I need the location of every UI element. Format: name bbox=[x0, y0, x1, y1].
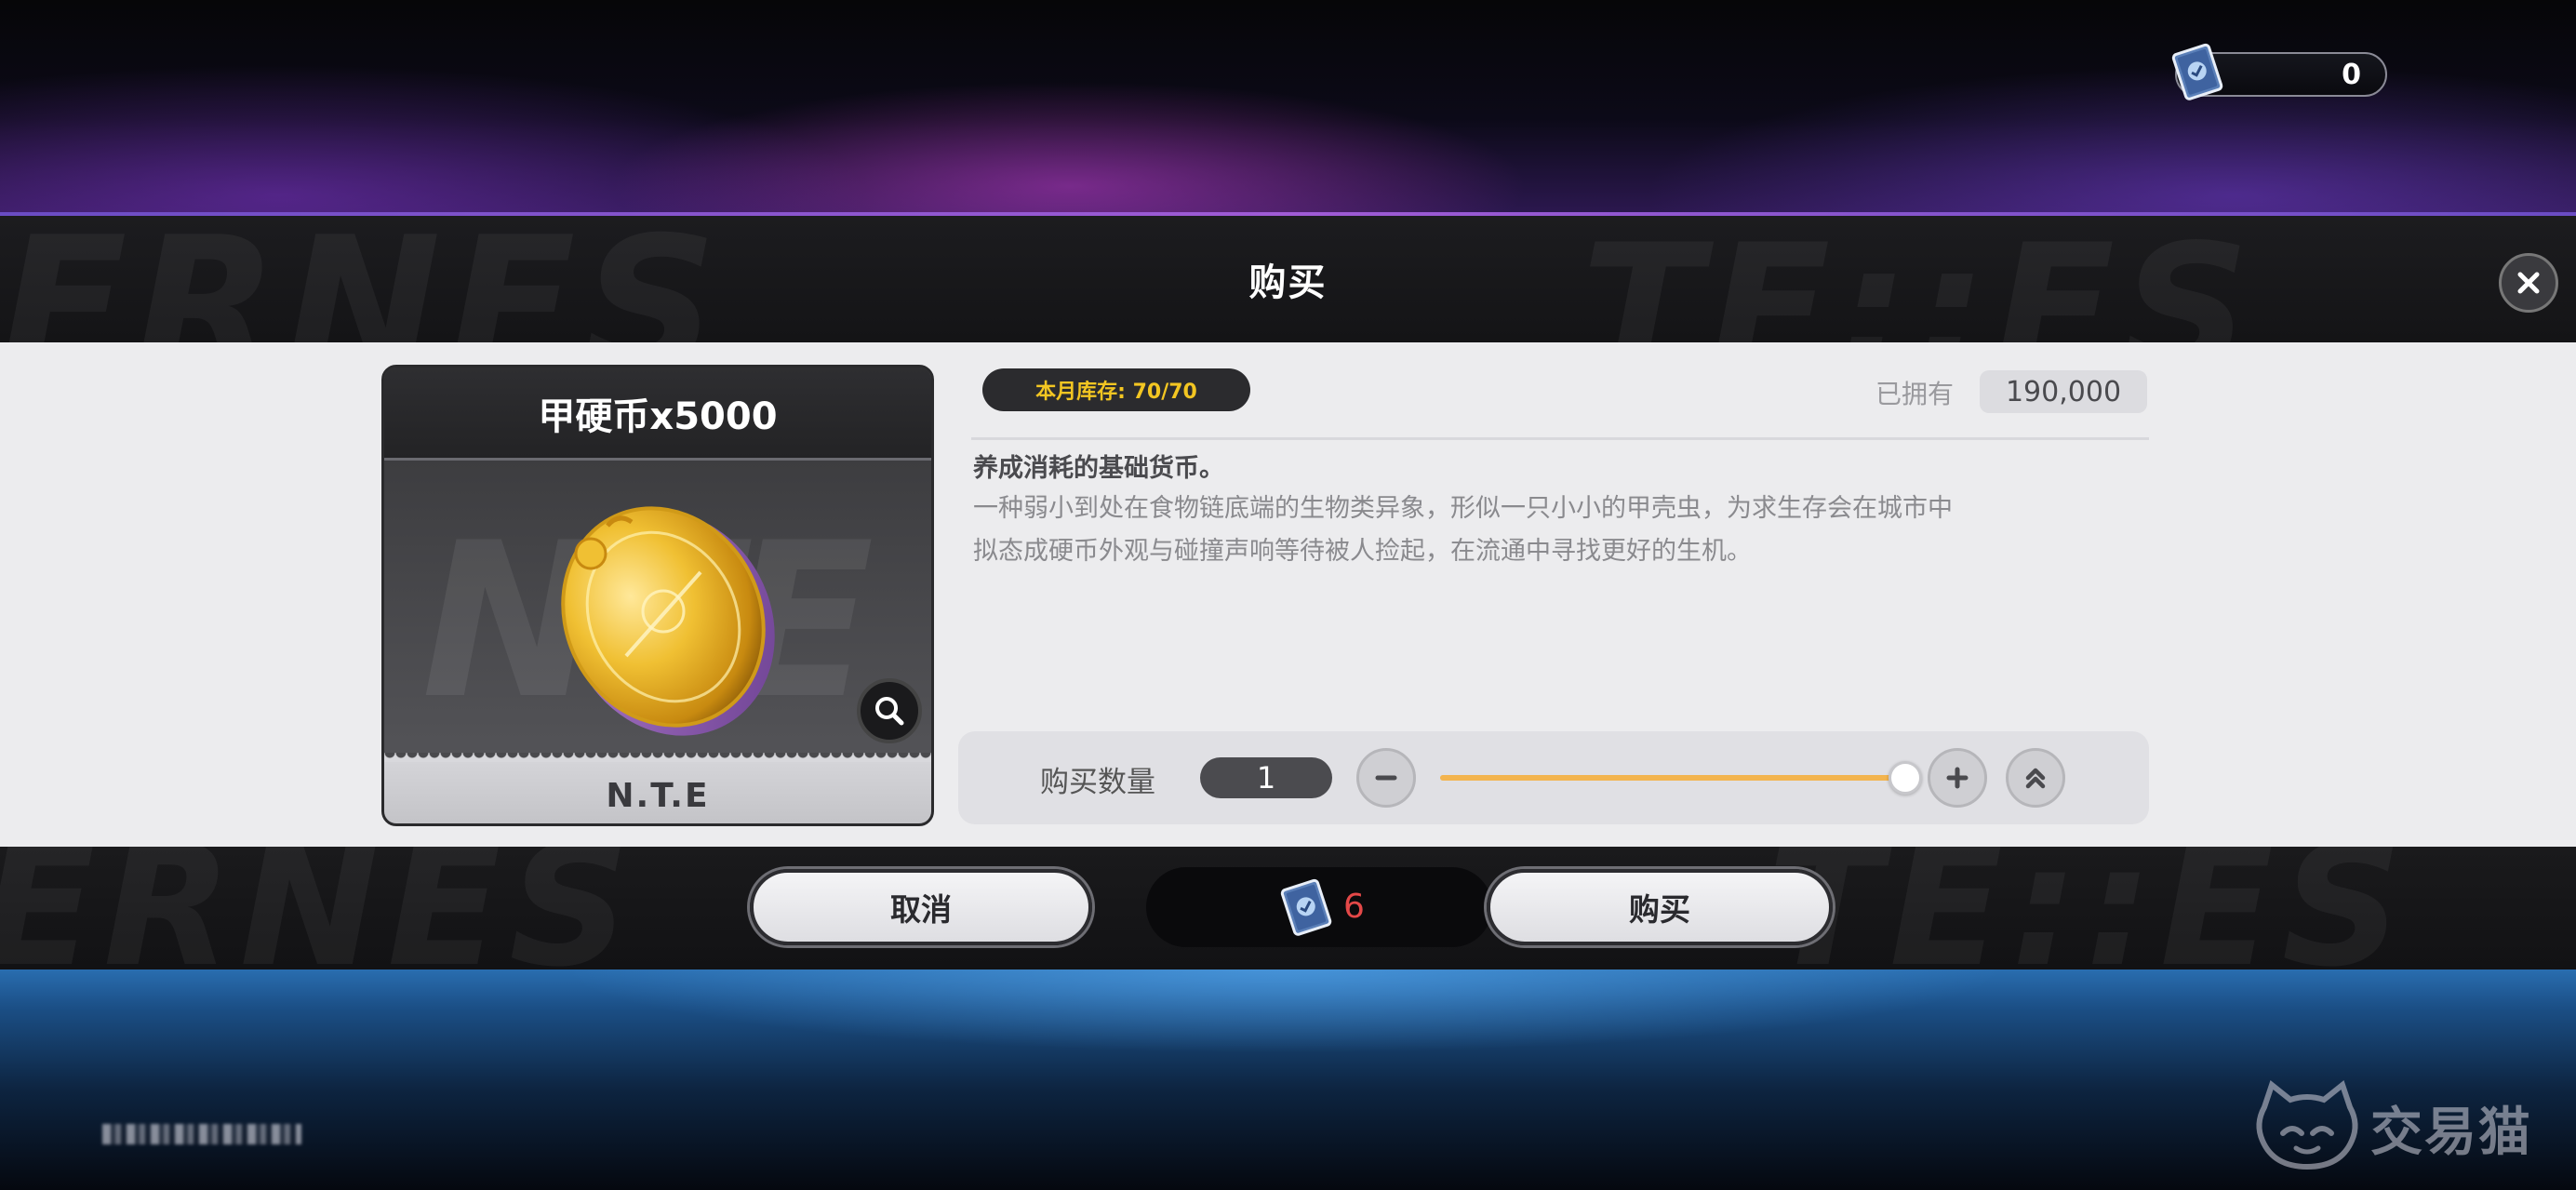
dialog-header: ERNES TE::ES 购买 bbox=[0, 216, 2576, 342]
currency-value: 0 bbox=[2342, 58, 2361, 91]
book-currency-icon bbox=[2171, 43, 2223, 100]
zoom-button[interactable] bbox=[857, 678, 922, 743]
price-display bbox=[1146, 867, 1492, 947]
quantity-label: 购买数量 bbox=[1040, 765, 1155, 799]
plus-icon bbox=[1946, 767, 1969, 789]
bottom-background bbox=[0, 968, 2576, 1190]
quantity-slider[interactable] bbox=[1440, 775, 1905, 781]
gold-beetle-coin-image bbox=[561, 506, 775, 736]
footer-watermark-right: TE::ES bbox=[1768, 847, 2410, 969]
owned-value: 190,000 bbox=[1980, 370, 2147, 413]
magnifier-icon bbox=[875, 697, 904, 726]
watermark-text: 交易猫 bbox=[2370, 1102, 2532, 1163]
price-value: 6 bbox=[1343, 887, 1365, 926]
item-brand: N.T.E bbox=[606, 776, 710, 815]
description-line: 一种弱小到处在食物链底端的生物类异象，形似一只小小的甲壳虫，为求生存会在城市中 bbox=[973, 494, 1953, 523]
quantity-slider-fill bbox=[1440, 775, 1905, 781]
quantity-slider-handle[interactable] bbox=[1889, 761, 1922, 795]
close-button[interactable] bbox=[2499, 253, 2558, 313]
description-title: 养成消耗的基础货币。 bbox=[973, 454, 1224, 483]
minus-icon bbox=[1375, 775, 1397, 781]
item-image-area: NTE bbox=[384, 461, 931, 756]
dialog-title: 购买 bbox=[1248, 261, 1328, 304]
buy-button[interactable]: 购买 bbox=[1487, 869, 1833, 945]
item-name: 甲硬币x5000 bbox=[538, 394, 778, 438]
cat-logo-icon bbox=[2256, 1079, 2358, 1170]
item-card: 甲硬币x5000 NTE bbox=[381, 365, 934, 826]
blurred-user-id bbox=[102, 1124, 301, 1144]
monthly-stock-badge: 本月库存: 70/70 bbox=[982, 368, 1250, 411]
item-card-header: 甲硬币x5000 bbox=[384, 368, 931, 461]
double-chevron-up-icon bbox=[2025, 768, 2046, 789]
book-currency-icon bbox=[1280, 878, 1332, 936]
info-divider bbox=[971, 437, 2149, 440]
description-line: 拟态成硬币外观与碰撞声响等待被人捡起，在流通中寻找更好的生机。 bbox=[973, 537, 1752, 566]
quantity-input[interactable]: 1 bbox=[1200, 757, 1332, 798]
footer-watermark-left: ERNES bbox=[0, 847, 637, 969]
decrease-button[interactable] bbox=[1356, 748, 1416, 808]
currency-counter[interactable]: 0 bbox=[2171, 43, 2387, 100]
description-body: 一种弱小到处在食物链底端的生物类异象，形似一只小小的甲壳虫，为求生存会在城市中 … bbox=[973, 488, 2136, 573]
top-background bbox=[0, 0, 2576, 216]
increase-button[interactable] bbox=[1928, 748, 1987, 808]
item-card-footer: N.T.E bbox=[384, 762, 931, 823]
close-icon bbox=[2517, 272, 2540, 294]
max-quantity-button[interactable] bbox=[2006, 748, 2065, 808]
owned-label: 已拥有 bbox=[1875, 379, 1955, 409]
cancel-button[interactable]: 取消 bbox=[750, 869, 1092, 945]
